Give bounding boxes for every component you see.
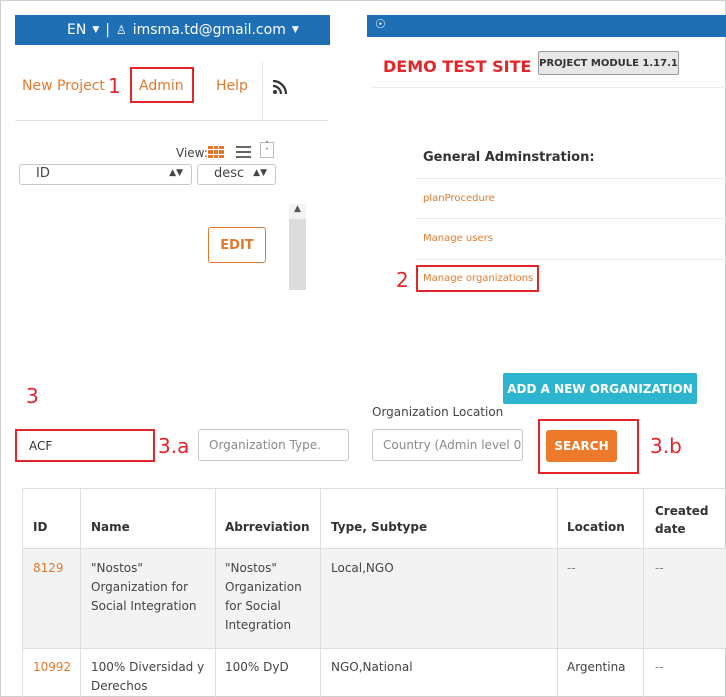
row-type: Local,NGO — [331, 561, 394, 575]
list-view-icon[interactable] — [236, 146, 251, 158]
header-type-subtype[interactable]: Type, Subtype — [331, 520, 427, 534]
caret-down-icon[interactable]: ▼ — [92, 25, 99, 35]
site-title: DEMO TEST SITE — [383, 57, 532, 76]
sort-field-select[interactable]: ID ▲▼ — [19, 164, 192, 185]
edit-button[interactable]: EDIT — [208, 227, 266, 263]
view-label: View: — [176, 146, 208, 160]
header-id[interactable]: ID — [33, 520, 47, 534]
un-logo-icon: ☉ — [375, 17, 386, 31]
caret-down-icon[interactable]: ▼ — [292, 25, 299, 35]
row-location: -- — [567, 561, 576, 575]
user-icon: ♙ — [115, 23, 127, 37]
nav-new-project[interactable]: New Project — [22, 78, 105, 94]
row-created: -- — [655, 660, 664, 674]
annotation-2: 2 — [396, 268, 409, 292]
sort-field-value: ID — [36, 166, 50, 181]
admin-divider — [416, 259, 726, 260]
row-id-link[interactable]: 8129 — [33, 559, 64, 578]
language-selector[interactable]: EN — [67, 22, 86, 38]
country-input[interactable]: Country (Admin level 0 — [372, 429, 523, 461]
search-button[interactable]: SEARCH — [546, 430, 617, 462]
sort-order-value: desc — [214, 166, 245, 181]
row-name: 100% Diversidad y Derechos — [91, 660, 205, 693]
admin-link-manage-organizations[interactable]: Manage organizations — [423, 273, 533, 284]
annotation-3a: 3.a — [158, 434, 190, 458]
add-organization-button[interactable]: ADD A NEW ORGANIZATION — [503, 373, 697, 404]
header-abbreviation[interactable]: Abrreviation — [225, 520, 310, 534]
admin-link-plan-procedure[interactable]: planProcedure — [423, 193, 495, 204]
row-abbreviation: 100% DyD — [225, 660, 289, 674]
admin-divider — [416, 178, 726, 179]
nav-admin[interactable]: Admin — [139, 78, 184, 94]
collapse-icon[interactable]: ˆˇ — [260, 142, 274, 158]
organization-name-input[interactable]: ACF — [17, 431, 153, 460]
user-bar: EN ▼ | ♙ imsma.td@gmail.com ▼ — [15, 15, 330, 45]
row-name: "Nostos" Organization for Social Integra… — [91, 561, 197, 613]
organization-type-input[interactable]: Organization Type. — [198, 429, 349, 461]
admin-divider — [416, 218, 726, 219]
divider: | — [105, 22, 110, 38]
header-created-date[interactable]: Created date — [655, 502, 715, 538]
row-created: -- — [655, 561, 664, 575]
select-arrows-icon: ▲▼ — [253, 168, 267, 178]
organization-location-label: Organization Location — [372, 405, 504, 419]
admin-section-title: General Adminstration: — [423, 150, 595, 165]
scroll-up-icon[interactable]: ▲ — [289, 204, 306, 219]
header-name[interactable]: Name — [91, 520, 130, 534]
row-type: NGO,National — [331, 660, 413, 674]
grid-view-icon[interactable] — [208, 146, 224, 158]
nav-divider — [15, 120, 328, 121]
annotation-1: 1 — [108, 74, 121, 98]
row-location: Argentina — [567, 660, 626, 674]
header-divider — [370, 87, 726, 88]
select-arrows-icon: ▲▼ — [169, 168, 183, 178]
module-badge[interactable]: PROJECT MODULE 1.17.1 — [538, 51, 679, 75]
sort-order-select[interactable]: desc ▲▼ — [197, 164, 276, 185]
row-abbreviation: "Nostos" Organization for Social Integra… — [225, 561, 302, 632]
admin-link-manage-users[interactable]: Manage users — [423, 233, 493, 244]
user-email[interactable]: imsma.td@gmail.com — [133, 22, 286, 38]
annotation-3b: 3.b — [650, 434, 682, 458]
site-header-bar: ☉ — [367, 15, 726, 37]
header-location[interactable]: Location — [567, 520, 625, 534]
nav-help[interactable]: Help — [216, 78, 248, 94]
annotation-3: 3 — [26, 384, 39, 408]
nav-separator — [262, 62, 263, 120]
rss-icon[interactable] — [272, 79, 288, 95]
row-id-link[interactable]: 10992 — [33, 658, 71, 677]
